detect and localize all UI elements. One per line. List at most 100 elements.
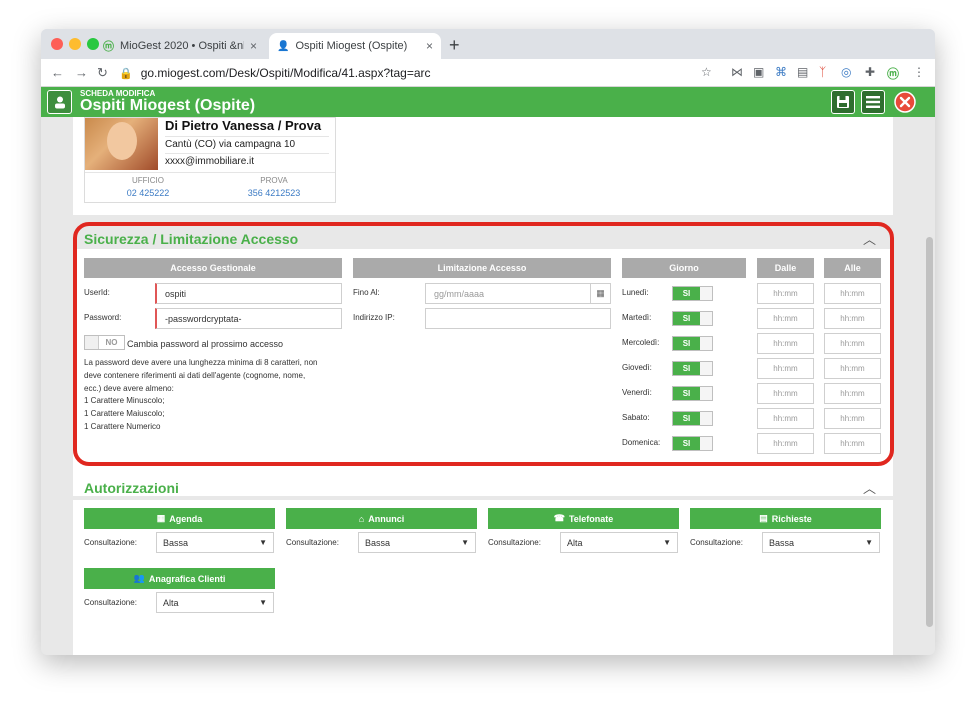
day-toggle-sabato[interactable]: SI bbox=[672, 411, 713, 426]
auth-header-telefonate: ☎ Telefonate bbox=[488, 508, 679, 529]
annunci-consultazione-select[interactable]: Bassa ▼ bbox=[358, 532, 476, 553]
miogest-favicon-icon: ⓜ bbox=[103, 41, 114, 53]
ip-address-label: Indirizzo IP: bbox=[353, 313, 395, 322]
contact-address: Cantù (CO) via campagna 10 bbox=[165, 139, 296, 150]
menu-button[interactable] bbox=[861, 90, 885, 114]
miogest-extension-icon[interactable]: ⓜ bbox=[887, 65, 899, 82]
auth-header-anagrafica-clienti: 👥 Anagrafica Clienti bbox=[84, 568, 275, 589]
close-button[interactable] bbox=[893, 90, 917, 114]
close-tab-icon[interactable]: × bbox=[426, 39, 433, 53]
to-time-input[interactable]: hh:mm bbox=[824, 433, 881, 454]
from-time-input[interactable]: hh:mm bbox=[757, 433, 814, 454]
fino-al-date-input[interactable]: gg/mm/aaaa ▦ bbox=[425, 283, 611, 304]
stat-value[interactable]: 02 425222 bbox=[85, 188, 211, 198]
fino-al-label: Fino Al: bbox=[353, 288, 380, 297]
consultazione-label: Consultazione: bbox=[488, 538, 541, 547]
extension-icon[interactable]: ᛉ bbox=[819, 65, 826, 79]
authorizations-title: Autorizzazioni bbox=[84, 480, 179, 496]
change-password-label: Cambia password al prossimo accesso bbox=[127, 339, 284, 349]
url-text: go.miogest.com/Desk/Ospiti/Modifica/41.a… bbox=[140, 66, 431, 80]
home-icon: ⌂ bbox=[358, 513, 365, 524]
change-password-toggle[interactable]: NO bbox=[84, 335, 125, 350]
to-time-input[interactable]: hh:mm bbox=[824, 283, 881, 304]
address-bar: ← → ↻ 🔒 go.miogest.com/Desk/Ospiti/Modif… bbox=[41, 59, 935, 87]
forward-icon[interactable]: → bbox=[75, 65, 88, 80]
to-time-input[interactable]: hh:mm bbox=[824, 308, 881, 329]
richieste-consultazione-select[interactable]: Bassa ▼ bbox=[762, 532, 880, 553]
header-limitazione-accesso: Limitazione Accesso bbox=[353, 258, 611, 278]
to-time-input[interactable]: hh:mm bbox=[824, 358, 881, 379]
stat-label: PROVA bbox=[260, 176, 288, 185]
extension-icon[interactable]: ⋈ bbox=[731, 65, 743, 79]
contact-photo bbox=[85, 118, 158, 170]
header-dalle: Dalle bbox=[757, 258, 814, 278]
from-time-input[interactable]: hh:mm bbox=[757, 383, 814, 404]
password-rules-note: La password deve avere una lunghezza min… bbox=[84, 358, 318, 431]
chevron-down-icon: ▼ bbox=[663, 538, 671, 547]
day-toggle-mercoledi[interactable]: SI bbox=[672, 336, 713, 351]
day-label: Mercoledì: bbox=[622, 338, 660, 347]
minimize-window-button[interactable] bbox=[69, 38, 81, 50]
url-field[interactable]: 🔒 go.miogest.com/Desk/Ospiti/Modifica/41… bbox=[119, 62, 719, 84]
telefonate-consultazione-select[interactable]: Alta ▼ bbox=[560, 532, 678, 553]
stat-value[interactable]: 356 4212523 bbox=[211, 188, 337, 198]
from-time-input[interactable]: hh:mm bbox=[757, 358, 814, 379]
collapse-chevron-icon[interactable]: ︿ bbox=[863, 478, 876, 497]
tab-ospiti[interactable]: 👤 Ospiti Miogest (Ospite) × bbox=[269, 33, 441, 59]
tab-bar: ⓜ MioGest 2020 • Ospiti &nbsp; × 👤 Ospit… bbox=[41, 29, 935, 59]
extension-icon[interactable]: ◎ bbox=[841, 65, 851, 79]
day-label: Venerdì: bbox=[622, 388, 652, 397]
day-label: Sabato: bbox=[622, 413, 650, 422]
anagrafica-consultazione-select[interactable]: Alta ▼ bbox=[156, 592, 274, 613]
scrollbar[interactable] bbox=[926, 237, 933, 627]
day-toggle-giovedi[interactable]: SI bbox=[672, 361, 713, 376]
from-time-input[interactable]: hh:mm bbox=[757, 308, 814, 329]
from-time-input[interactable]: hh:mm bbox=[757, 283, 814, 304]
header-giorno: Giorno bbox=[622, 258, 746, 278]
ip-address-input[interactable] bbox=[425, 308, 611, 329]
userid-input[interactable]: ospiti bbox=[155, 283, 342, 304]
to-time-input[interactable]: hh:mm bbox=[824, 408, 881, 429]
users-icon: 👥 bbox=[133, 573, 145, 583]
bookmark-star-icon[interactable]: ☆ bbox=[701, 65, 712, 79]
auth-header-agenda: ▦ Agenda bbox=[84, 508, 275, 529]
from-time-input[interactable]: hh:mm bbox=[757, 333, 814, 354]
app-header: SCHEDA MODIFICA Ospiti Miogest (Ospite) bbox=[41, 87, 935, 117]
translate-icon[interactable]: ⌘ bbox=[775, 65, 787, 79]
agenda-consultazione-select[interactable]: Bassa ▼ bbox=[156, 532, 274, 553]
auth-header-annunci: ⌂ Annunci bbox=[286, 508, 477, 529]
chevron-down-icon: ▼ bbox=[259, 598, 267, 607]
consultazione-label: Consultazione: bbox=[690, 538, 743, 547]
auth-header-richieste: ▤ Richieste bbox=[690, 508, 881, 529]
to-time-input[interactable]: hh:mm bbox=[824, 333, 881, 354]
back-icon[interactable]: ← bbox=[51, 65, 64, 80]
day-toggle-martedi[interactable]: SI bbox=[672, 311, 713, 326]
new-tab-button[interactable]: + bbox=[449, 35, 460, 56]
extension-icon[interactable]: ▤ bbox=[797, 65, 808, 79]
calendar-icon[interactable]: ▦ bbox=[590, 284, 610, 303]
save-button[interactable] bbox=[831, 90, 855, 114]
day-label: Martedì: bbox=[622, 313, 652, 322]
puzzle-icon[interactable]: ✚ bbox=[865, 65, 875, 79]
day-toggle-domenica[interactable]: SI bbox=[672, 436, 713, 451]
day-label: Domenica: bbox=[622, 438, 661, 447]
phone-icon: ☎ bbox=[553, 513, 565, 523]
to-time-input[interactable]: hh:mm bbox=[824, 383, 881, 404]
reload-icon[interactable]: ↻ bbox=[97, 65, 108, 81]
collapse-chevron-icon[interactable]: ︿ bbox=[863, 229, 876, 248]
close-window-button[interactable] bbox=[51, 38, 63, 50]
close-circle-icon bbox=[894, 91, 916, 113]
tab-title: MioGest 2020 • Ospiti &nbsp; bbox=[120, 40, 244, 52]
userid-label: UserId: bbox=[84, 288, 110, 297]
day-toggle-lunedi[interactable]: SI bbox=[672, 286, 713, 301]
menu-kebab-icon[interactable]: ⋮ bbox=[913, 65, 925, 79]
from-time-input[interactable]: hh:mm bbox=[757, 408, 814, 429]
calendar-icon: ▦ bbox=[156, 513, 166, 523]
day-toggle-venerdi[interactable]: SI bbox=[672, 386, 713, 401]
password-input[interactable]: -passwordcryptata- bbox=[155, 308, 342, 329]
extension-icon[interactable]: ▣ bbox=[753, 65, 764, 79]
close-tab-icon[interactable]: × bbox=[250, 39, 257, 53]
tab-miogest[interactable]: ⓜ MioGest 2020 • Ospiti &nbsp; × bbox=[95, 33, 265, 59]
person-favicon-icon: 👤 bbox=[277, 40, 290, 52]
stat-label: UFFICIO bbox=[132, 176, 164, 185]
